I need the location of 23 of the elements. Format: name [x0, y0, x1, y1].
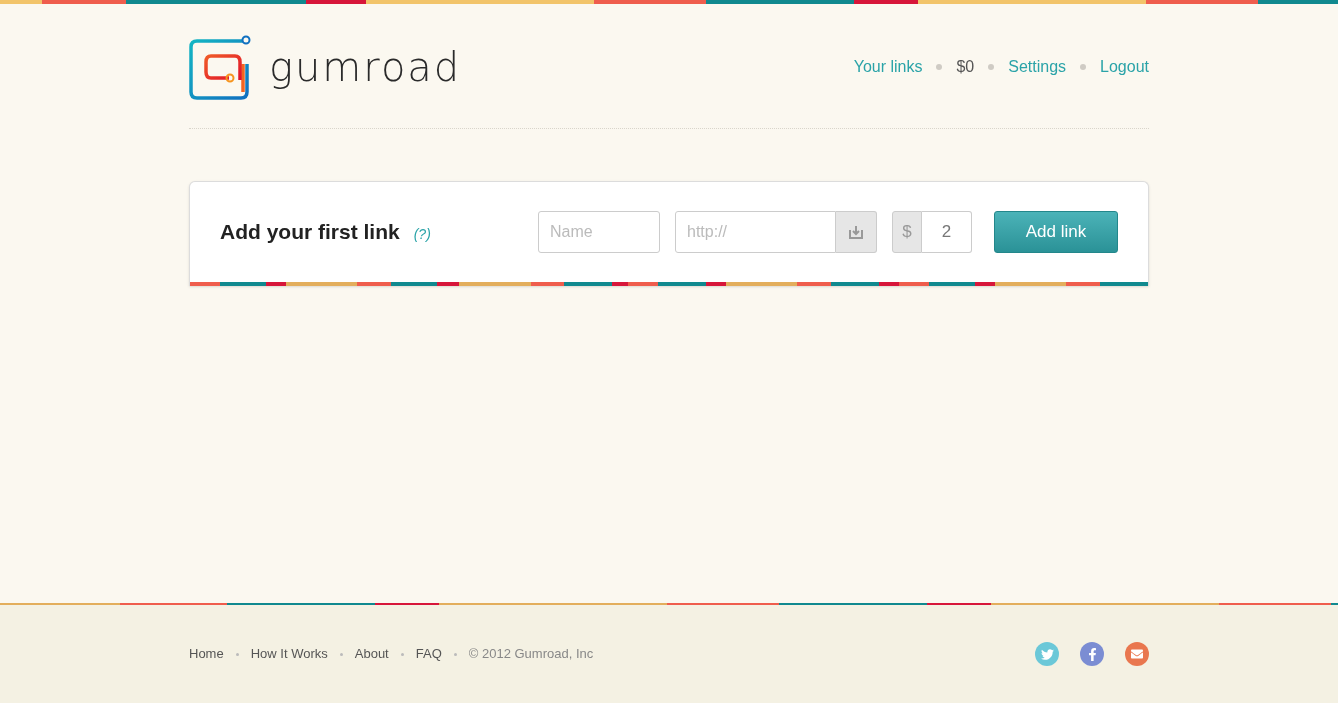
twitter-icon[interactable]	[1035, 642, 1059, 666]
logo-wordmark: gumroad	[269, 47, 462, 87]
logo-icon	[189, 34, 251, 100]
email-icon[interactable]	[1125, 642, 1149, 666]
currency-label: $	[892, 211, 922, 253]
footer-link[interactable]: Home	[189, 644, 224, 664]
footer-link[interactable]: How It Works	[250, 644, 328, 664]
balance-text: $0	[956, 57, 975, 77]
footer-link[interactable]: FAQ	[415, 644, 442, 664]
nav-link[interactable]: Settings	[1008, 55, 1067, 79]
copyright-text: © 2012 Gumroad, Inc	[468, 645, 594, 664]
upload-button[interactable]	[836, 211, 877, 253]
add-link-button[interactable]: Add link	[994, 211, 1118, 253]
url-input-field[interactable]: http://	[675, 211, 836, 253]
card-title: Add your first link	[220, 219, 400, 246]
download-tray-icon	[848, 224, 864, 240]
nav-link[interactable]: Logout	[1100, 55, 1149, 79]
name-input-field[interactable]: Name	[538, 211, 660, 253]
facebook-icon[interactable]	[1080, 642, 1104, 666]
nav-link[interactable]: Your links	[853, 55, 923, 79]
help-link[interactable]: (?)	[413, 223, 431, 245]
price-input-field[interactable]: 2	[922, 211, 972, 253]
footer-link[interactable]: About	[354, 644, 389, 664]
